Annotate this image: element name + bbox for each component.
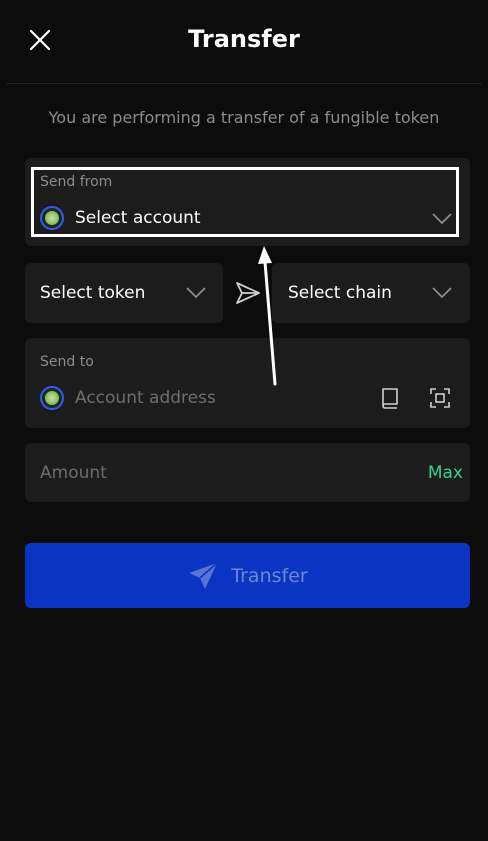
- send-to-field: Send to Account address: [25, 338, 470, 428]
- account-address-input[interactable]: Account address: [75, 386, 216, 410]
- address-book-button[interactable]: [378, 386, 402, 410]
- token-select-value: Select token: [40, 283, 146, 303]
- scan-button[interactable]: [428, 386, 452, 410]
- recipient-avatar-icon: [40, 386, 64, 410]
- send-icon: [189, 561, 218, 589]
- transfer-screen: Transfer You are performing a transfer o…: [0, 0, 488, 841]
- account-avatar-icon: [40, 206, 64, 230]
- chain-select[interactable]: Select chain: [272, 263, 470, 323]
- book-icon[interactable]: [380, 387, 400, 409]
- chain-select-value: Select chain: [288, 283, 392, 303]
- scan-icon[interactable]: [430, 388, 450, 408]
- amount-field[interactable]: Amount: [25, 443, 470, 502]
- send-from-select[interactable]: Send from Select account: [25, 158, 470, 246]
- amount-input[interactable]: Amount: [40, 461, 107, 485]
- page-title: Transfer: [188, 25, 300, 53]
- chevron-down-icon: [432, 213, 452, 225]
- send-arrow-icon: [236, 282, 260, 304]
- transfer-button[interactable]: Transfer: [25, 543, 470, 608]
- transfer-button-label: Transfer: [231, 564, 308, 587]
- send-from-label: Send from: [40, 174, 113, 190]
- header: Transfer: [0, 0, 488, 82]
- send-from-value: Select account: [75, 208, 201, 228]
- header-divider: [6, 83, 482, 84]
- chevron-down-icon: [186, 287, 206, 299]
- page-subtitle: You are performing a transfer of a fungi…: [48, 108, 440, 127]
- chevron-down-icon: [432, 287, 452, 299]
- token-select[interactable]: Select token: [25, 263, 223, 323]
- send-to-label: Send to: [40, 354, 94, 370]
- max-button[interactable]: Max: [428, 461, 463, 485]
